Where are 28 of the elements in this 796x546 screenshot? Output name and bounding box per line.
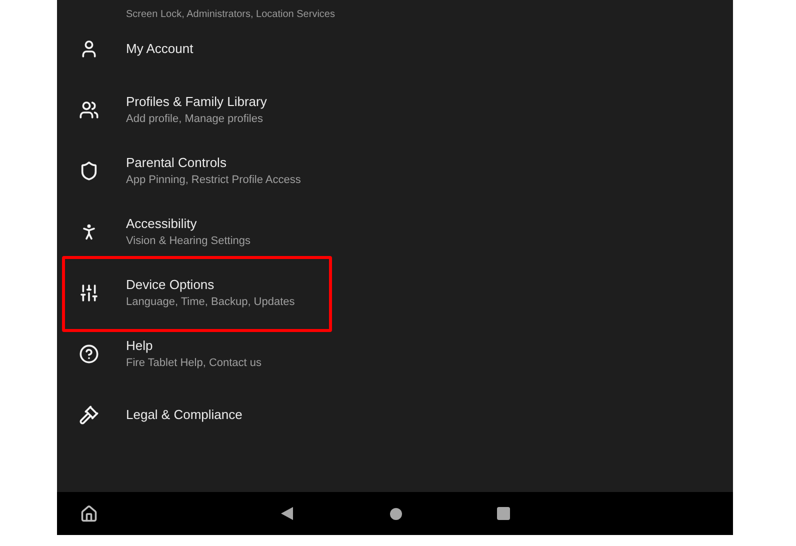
gavel-icon bbox=[79, 404, 99, 424]
item-title: Accessibility bbox=[126, 214, 198, 232]
settings-item[interactable]: Accessibility Vision & Hearing Settings bbox=[57, 201, 733, 262]
settings-item[interactable]: Parental Controls App Pinning, Restrict Profile Access bbox=[57, 140, 733, 201]
item-title: My Account bbox=[126, 40, 194, 58]
item-subtitle: Screen Lock, Administrators, Location Services bbox=[126, 9, 335, 20]
item-title: Legal & Compliance bbox=[126, 406, 242, 424]
settings-item[interactable]: Profiles & Family Library Add profile, Manage profiles bbox=[57, 79, 733, 140]
item-title: Help bbox=[126, 336, 154, 354]
settings-item[interactable]: My Account bbox=[57, 18, 733, 79]
help-icon bbox=[79, 344, 99, 364]
sliders-icon bbox=[79, 282, 99, 302]
item-subtitle: Fire Tablet Help, Contact us bbox=[126, 356, 262, 370]
settings-item[interactable]: Device Options Language, Time, Backup, Updates bbox=[57, 262, 733, 323]
item-subtitle: App Pinning, Restrict Profile Access bbox=[126, 172, 301, 188]
item-subtitle: Language, Time, Backup, Updates bbox=[126, 294, 295, 310]
shield-icon bbox=[79, 160, 99, 180]
item-title: Device Options bbox=[126, 276, 216, 294]
item-subtitle: Vision & Hearing Settings bbox=[126, 234, 251, 248]
item-title: Parental Controls bbox=[126, 154, 228, 172]
people-icon bbox=[79, 100, 99, 120]
back-icon[interactable] bbox=[281, 507, 293, 520]
home-button-icon[interactable] bbox=[390, 508, 402, 520]
item-title: Profiles & Family Library bbox=[126, 92, 267, 110]
settings-item[interactable]: Legal & Compliance bbox=[57, 384, 733, 445]
item-subtitle: Add profile, Manage profiles bbox=[126, 112, 264, 126]
home-icon[interactable] bbox=[80, 504, 98, 522]
settings-item[interactable]: Help Fire Tablet Help, Contact us bbox=[57, 323, 733, 384]
